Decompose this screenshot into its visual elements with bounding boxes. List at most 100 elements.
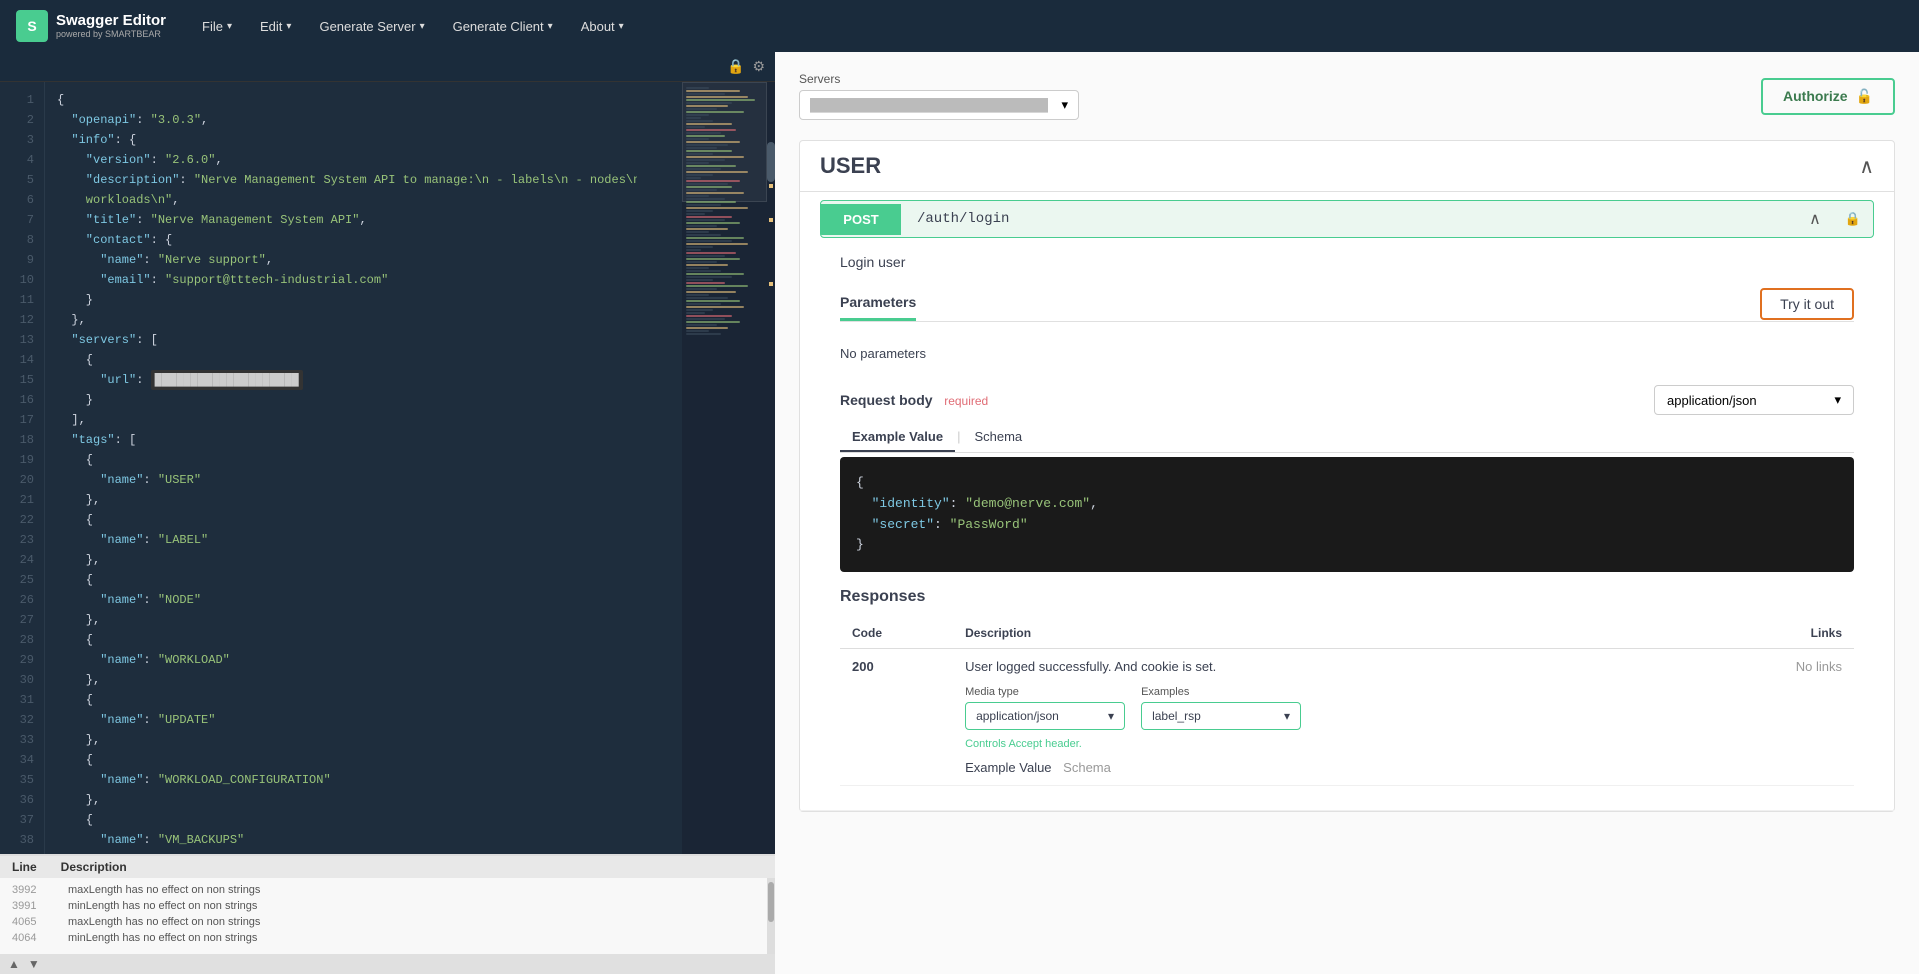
responses-section: Responses Code Description Links (840, 588, 1854, 786)
line-num-11: 11 (0, 290, 44, 310)
line-num-13: 13 (0, 330, 44, 350)
line-num-1: 1 (0, 90, 44, 110)
code-line: "name": "NODE" (57, 590, 670, 610)
line-num-22: 22 (0, 510, 44, 530)
line-num-18: 18 (0, 430, 44, 450)
chevron-down-icon: ▾ (420, 21, 425, 32)
line-num-28: 28 (0, 630, 44, 650)
editor-panel: 🔒 ⚙ 1 2 3 4 5 6 7 8 9 10 11 12 13 14 15 … (0, 52, 775, 974)
line-num-27: 27 (0, 610, 44, 630)
error-list: 3992 maxLength has no effect on non stri… (0, 878, 767, 954)
error-item: 3992 maxLength has no effect on non stri… (0, 882, 767, 898)
code-line: }, (57, 790, 670, 810)
scroll-up-icon[interactable]: ▲ (8, 957, 20, 971)
endpoint-row[interactable]: POST /auth/login ∧ 🔒 (820, 200, 1874, 238)
code-line: }, (57, 730, 670, 750)
examples-select[interactable]: label_rsp ▾ (1141, 702, 1301, 730)
line-num-8: 8 (0, 230, 44, 250)
code-line: "version": "2.6.0", (57, 150, 670, 170)
no-parameters: No parameters (840, 338, 1854, 369)
examples-group: Examples label_rsp ▾ (1141, 686, 1301, 730)
line-num-25: 25 (0, 570, 44, 590)
tab-parameters[interactable]: Parameters (840, 286, 916, 321)
minimap (682, 82, 767, 854)
line-num-14: 14 (0, 350, 44, 370)
line-num-23: 23 (0, 530, 44, 550)
line-num-26: 26 (0, 590, 44, 610)
code-line: }, (57, 490, 670, 510)
code-line: { (57, 450, 670, 470)
endpoint-path: /auth/login (901, 203, 1797, 235)
code-line: "name": "LABEL" (57, 530, 670, 550)
error-scroll[interactable] (767, 878, 775, 954)
try-it-out-button[interactable]: Try it out (1760, 288, 1854, 320)
media-type-group: Media type application/json ▾ Controls A… (965, 686, 1125, 750)
response-media-row: Media type application/json ▾ Controls A… (965, 686, 1695, 750)
navbar: S Swagger Editor powered by SMARTBEAR Fi… (0, 0, 1919, 52)
line-num-37: 37 (0, 810, 44, 830)
tag-section-user: USER ∧ POST /auth/login ∧ 🔒 Login user P… (799, 140, 1895, 812)
line-num-4: 4 (0, 150, 44, 170)
line-num-35: 35 (0, 770, 44, 790)
line-num-12: 12 (0, 310, 44, 330)
line-num-15: 15 (0, 370, 44, 390)
menu-item-generate-server[interactable]: Generate Server ▾ (307, 13, 436, 40)
code-line: } (57, 390, 670, 410)
line-numbers: 1 2 3 4 5 6 7 8 9 10 11 12 13 14 15 16 1… (0, 82, 45, 854)
line-num-24: 24 (0, 550, 44, 570)
scroll-arrows: ▲ ▼ (8, 957, 40, 971)
menu-item-about[interactable]: About ▾ (569, 13, 636, 40)
code-line: "name": "UPDATE" (57, 710, 670, 730)
response-code: 200 (840, 649, 953, 786)
line-num-36: 36 (0, 790, 44, 810)
media-type-select[interactable]: application/json ▾ (965, 702, 1125, 730)
code-line: "name": "WORKLOAD_CONFIGURATION" (57, 770, 670, 790)
code-line: }, (57, 610, 670, 630)
line-num-16: 16 (0, 390, 44, 410)
code-line: }, (57, 670, 670, 690)
settings-icon[interactable]: ⚙ (752, 58, 765, 75)
chevron-down-icon: ▾ (286, 21, 291, 32)
code-line: "name": "USER" (57, 470, 670, 490)
code-line: }, (57, 550, 670, 570)
required-badge: required (944, 394, 988, 408)
code-line: { (57, 510, 670, 530)
example-schema-tabs: Example Value | Schema (840, 423, 1854, 453)
code-line: } (57, 290, 670, 310)
error-panel-header: Line Description (0, 856, 775, 878)
scroll-down-icon[interactable]: ▼ (28, 957, 40, 971)
content-type-select[interactable]: application/json ▾ (1654, 385, 1854, 415)
menu-item-generate-client[interactable]: Generate Client ▾ (441, 13, 565, 40)
tab-schema[interactable]: Schema (962, 423, 1034, 452)
servers-select-text: ████████████████████████████ (810, 98, 1048, 112)
code-line: "name": "WORKLOAD" (57, 650, 670, 670)
code-editor[interactable]: { "openapi": "3.0.3", "info": { "version… (45, 82, 682, 854)
authorize-button[interactable]: Authorize 🔓 (1761, 78, 1895, 115)
code-line: { (57, 350, 670, 370)
error-item: 4065 maxLength has no effect on non stri… (0, 914, 767, 930)
code-line: }, (57, 310, 670, 330)
menu-item-edit[interactable]: Edit ▾ (248, 13, 303, 40)
tab-example-value[interactable]: Example Value (840, 423, 955, 452)
line-num-9: 9 (0, 250, 44, 270)
code-line: { (57, 570, 670, 590)
line-num-6: 6 (0, 190, 44, 210)
table-row: 200 User logged successfully. And cookie… (840, 649, 1854, 786)
editor-scrollbar[interactable] (767, 82, 775, 854)
lock-icon[interactable]: 🔒 (727, 58, 744, 75)
code-line: "name": "VM_BACKUPS" (57, 830, 670, 850)
servers-dropdown[interactable]: ████████████████████████████ ▾ (799, 90, 1079, 120)
code-line: "info": { (57, 130, 670, 150)
schema-link[interactable]: Schema (1063, 760, 1111, 775)
error-item: 4064 minLength has no effect on non stri… (0, 930, 767, 946)
expand-icon[interactable]: ∧ (1797, 201, 1833, 237)
tag-header[interactable]: USER ∧ (800, 141, 1894, 192)
menu-item-file[interactable]: File ▾ (190, 13, 244, 40)
code-line: "contact": { (57, 230, 670, 250)
servers-group: Servers ████████████████████████████ ▾ (799, 72, 1079, 120)
response-example-value-label: Example Value Schema (965, 760, 1695, 775)
col-description: Description (953, 618, 1707, 649)
unlock-icon: 🔓 (1856, 88, 1873, 105)
scrollbar-thumb[interactable] (767, 142, 775, 182)
code-line: { (57, 90, 670, 110)
